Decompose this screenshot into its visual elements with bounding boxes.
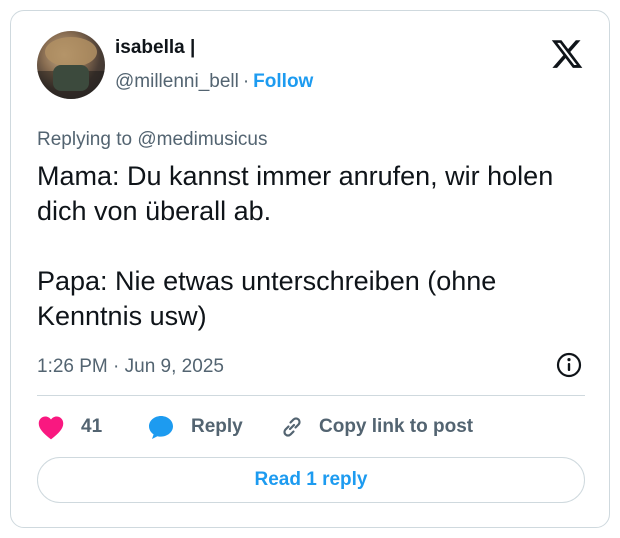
replying-to: Replying to @medimusicus <box>37 129 268 151</box>
heart-icon <box>37 414 65 440</box>
author-handle[interactable]: @millenni_bell <box>115 71 239 92</box>
link-icon <box>279 414 305 440</box>
divider <box>37 395 585 396</box>
info-icon[interactable] <box>555 351 583 379</box>
post-actions: 41 Reply Copy link to post <box>37 411 585 443</box>
embedded-post-card: isabella | @millenni_bell · Follow Replyin… <box>10 10 610 528</box>
author-handle-row: @millenni_bell · Follow <box>115 71 313 93</box>
avatar-mask <box>53 65 89 91</box>
like-button[interactable]: 41 <box>37 411 102 443</box>
separator-dot: · <box>242 71 250 92</box>
copy-link-button[interactable]: Copy link to post <box>279 411 473 443</box>
x-logo-icon[interactable] <box>550 37 584 71</box>
speech-bubble-icon <box>147 414 175 440</box>
reply-button[interactable]: Reply <box>147 411 243 443</box>
avatar-hair <box>45 37 97 67</box>
read-replies-button[interactable]: Read 1 reply <box>37 457 585 503</box>
copy-link-label: Copy link to post <box>319 416 474 437</box>
replying-to-prefix: Replying to <box>37 129 133 150</box>
post-text-line: Papa: Nie etwas unterschreiben (ohne Ken… <box>37 266 497 331</box>
replying-to-mention[interactable]: @medimusicus <box>137 129 267 150</box>
post-text-line: Mama: Du kannst immer anrufen, wir holen… <box>37 161 554 226</box>
post-text: Mama: Du kannst immer anrufen, wir holen… <box>37 159 577 334</box>
follow-button[interactable]: Follow <box>253 71 313 92</box>
author-display-name[interactable]: isabella | <box>115 37 195 59</box>
like-count: 41 <box>81 416 103 437</box>
post-timestamp[interactable]: 1:26 PM · Jun 9, 2025 <box>37 356 224 378</box>
avatar[interactable] <box>37 31 105 99</box>
reply-label: Reply <box>191 416 243 437</box>
